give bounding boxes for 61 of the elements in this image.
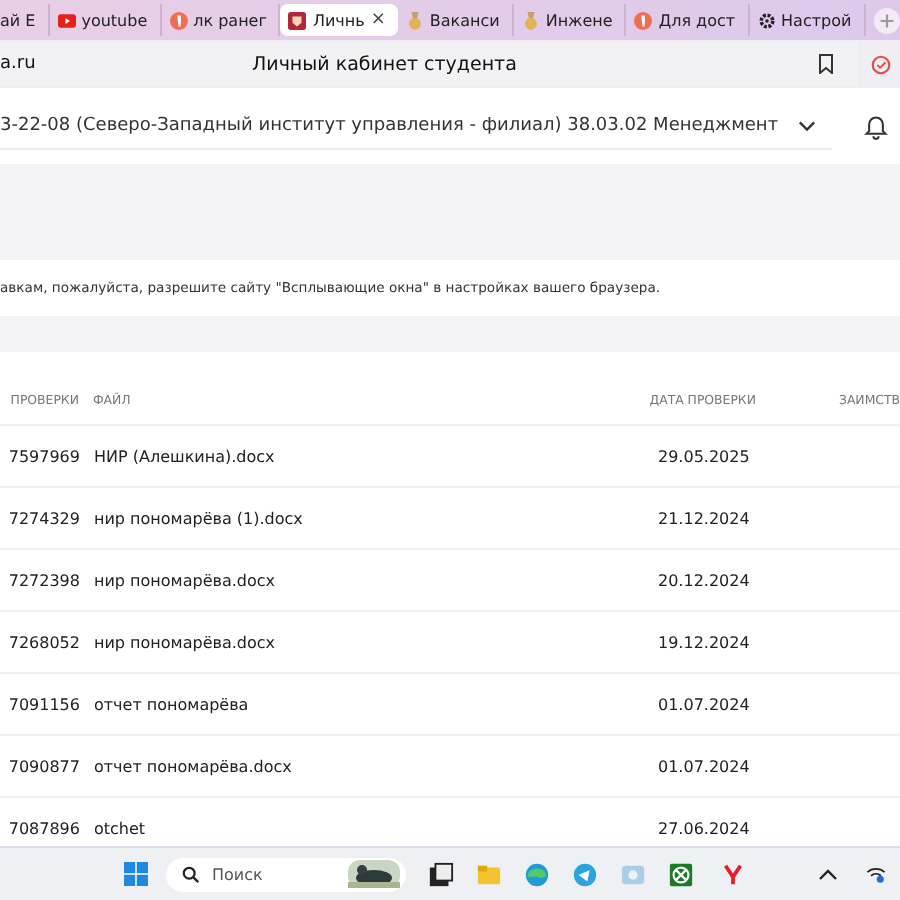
bookmark-icon[interactable]	[818, 54, 834, 74]
tab-title: Настрой	[781, 11, 852, 29]
close-icon[interactable]: ×	[370, 10, 386, 30]
table-cell-text: 29.05.2025	[658, 447, 752, 465]
table-cell-text: 21.12.2024	[658, 509, 752, 527]
settings-icon	[757, 11, 776, 29]
medal-icon	[405, 11, 424, 29]
table-cell-text: 7087896	[6, 819, 80, 837]
new-tab-icon[interactable]	[873, 7, 900, 33]
table-cell-text: 19.12.2024	[658, 633, 752, 651]
chevron-up-icon[interactable]	[818, 865, 838, 883]
wifi-icon[interactable]	[866, 865, 886, 883]
task-view-icon[interactable]	[428, 861, 454, 887]
tab-title: ай Е	[0, 11, 36, 29]
table-cell-text: 7090877	[6, 757, 80, 775]
table-cell-text: 7268052	[6, 633, 80, 651]
tab-title: Инжене	[545, 11, 613, 29]
table-cell-text: otchet	[92, 819, 148, 837]
table-cell-text: 7272398	[6, 571, 80, 589]
crest-icon	[288, 11, 307, 29]
xbox-icon[interactable]	[668, 861, 694, 887]
extension-icon[interactable]	[870, 53, 892, 75]
browser-tab[interactable]: Настрой	[749, 4, 866, 36]
browser-tab[interactable]: Личнь ×	[280, 4, 398, 36]
table-cell-text: 27.06.2024	[658, 819, 752, 837]
browser-tab[interactable]: Инжене	[513, 4, 627, 36]
table-cell-text: 01.07.2024	[658, 757, 752, 775]
table-cell-text: 7274329	[6, 509, 80, 527]
browser-tab[interactable]: Ваканси	[397, 4, 514, 36]
table-cell-text: нир пономарёва.docx	[92, 571, 278, 589]
table-cell-text: нир пономарёва.docx	[92, 633, 278, 651]
address-bar[interactable]: a.ru Личный кабинет студента	[0, 42, 858, 86]
search-field[interactable]: Поиск	[166, 857, 406, 891]
circle-logo-icon	[634, 11, 653, 29]
table-cell-text: отчет пономарёва.docx	[92, 757, 294, 775]
table-cell-text: отчет пономарёва	[92, 695, 251, 713]
tab-title: Для дост	[658, 11, 736, 29]
browser-tab[interactable]: youtube	[49, 4, 162, 36]
circle-logo-icon	[169, 11, 188, 29]
search-icon	[182, 865, 200, 883]
video-icon	[57, 11, 76, 29]
table-cell-text: 01.07.2024	[658, 695, 752, 713]
table-cell-text: нир пономарёва (1).docx	[92, 509, 305, 527]
y-logo-icon[interactable]	[720, 861, 746, 887]
notification-icon[interactable]	[864, 112, 888, 140]
tab-title: лк ранег	[193, 11, 267, 29]
tab-title: Личнь	[312, 11, 365, 29]
table-cell-text: 20.12.2024	[658, 571, 752, 589]
browser-tab[interactable]: ай Е	[0, 4, 50, 36]
chevron-down-icon	[798, 119, 817, 131]
table-cell-text: 7091156	[6, 695, 80, 713]
tab-title: Ваканси	[429, 11, 500, 29]
browser-icon[interactable]	[524, 861, 550, 887]
tab-title: youtube	[81, 11, 148, 29]
table-cell-text: 7597969	[6, 447, 80, 465]
medal-icon	[521, 11, 540, 29]
browser-tab[interactable]: Для дост	[626, 4, 750, 36]
paper-plane-icon[interactable]	[572, 861, 598, 887]
table-cell-text: НИР (Алешкина).docx	[92, 447, 277, 465]
program-select[interactable]: 3-22-08 (Северо-Западный институт управления - филиал) 38.03.02 Менеджмент	[0, 103, 833, 149]
windows-logo-icon[interactable]	[124, 862, 148, 886]
